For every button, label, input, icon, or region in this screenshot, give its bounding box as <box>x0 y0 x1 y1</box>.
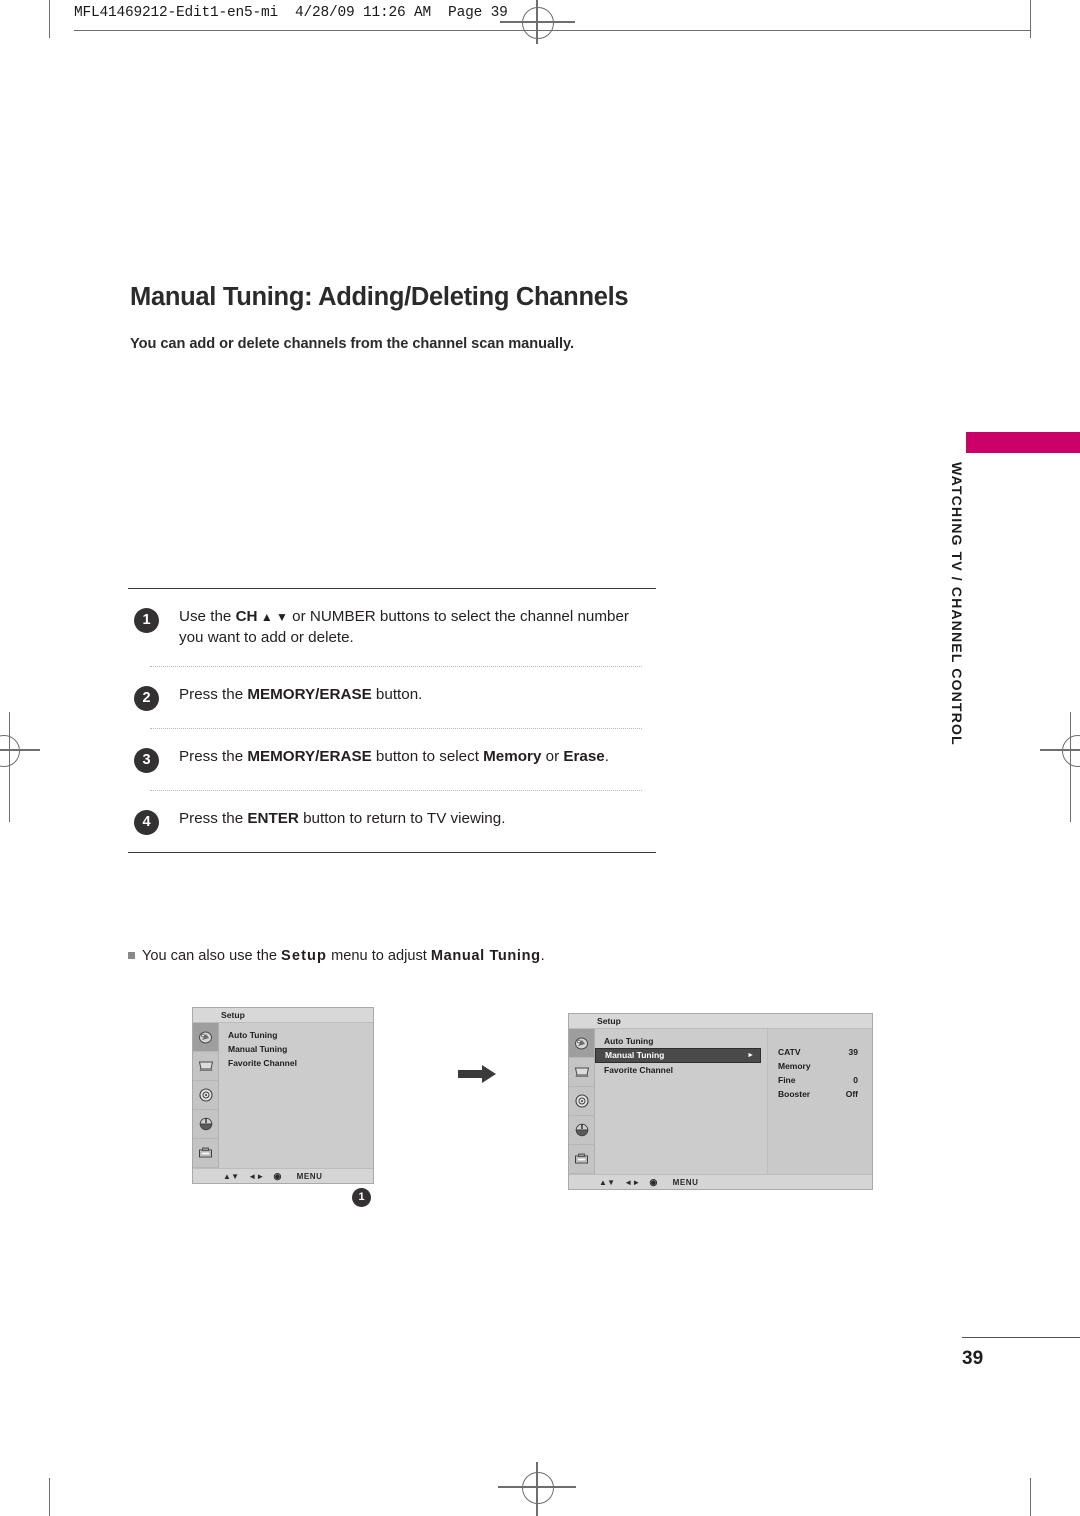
steps-bottom-rule <box>128 851 656 853</box>
osd-setting-row[interactable]: CATV 39 <box>768 1045 872 1059</box>
crop-mark-top-right <box>1030 0 1032 38</box>
osd-menu-item-label: Auto Tuning <box>228 1030 278 1040</box>
side-tab-accent-bar <box>966 432 1080 453</box>
note-end: . <box>540 948 545 964</box>
job-slug: MFL41469212-Edit1-en5-mi 4/28/09 11:26 A… <box>74 5 508 21</box>
osd-setting-row[interactable]: Memory <box>768 1059 872 1073</box>
osd-setting-label: Memory <box>778 1061 811 1071</box>
osd2-body: Auto Tuning Manual Tuning ► Favorite Channe… <box>569 1029 872 1174</box>
osd1-leftright-icon: ◄► <box>248 1172 265 1181</box>
osd1-callout-marker: 1 <box>352 1188 371 1207</box>
osd-setting-value: Off <box>845 1089 858 1099</box>
picture-icon[interactable] <box>193 1052 218 1081</box>
osd2-footer: ▲▼ ◄► ◉ MENU <box>569 1174 872 1189</box>
osd2-icon-rail <box>569 1029 595 1174</box>
crop-mark-top-left <box>49 0 51 38</box>
osd1-title: Setup <box>193 1008 373 1023</box>
step-text: Press the MEMORY/ERASE button. <box>179 685 423 703</box>
step-number: 3 <box>134 747 159 773</box>
osd-menu-item-label: Auto Tuning <box>604 1036 654 1046</box>
osd-setting-row[interactable]: Fine 0 <box>768 1073 872 1087</box>
note-lead: You can also use the <box>142 948 282 964</box>
osd-setting-value: 0 <box>853 1075 858 1085</box>
osd-menu-item-label: Favorite Channel <box>604 1065 673 1075</box>
osd-menu-item-label: Favorite Channel <box>228 1058 297 1068</box>
step-item: 4 Press the ENTER button to return to TV … <box>128 791 656 852</box>
osd-menu-item[interactable]: Favorite Channel <box>219 1056 373 1070</box>
time-icon[interactable] <box>193 1110 218 1139</box>
step-number: 1 <box>134 608 159 633</box>
step-text: Press the MEMORY/ERASE button to select … <box>179 747 609 765</box>
side-tab-label: WATCHING TV / CHANNEL CONTROL <box>948 462 964 746</box>
osd1-menu-list: Auto Tuning Manual Tuning Favorite Channel <box>219 1023 373 1168</box>
steps-block: 1 Use the CH ▲ ▼ or NUMBER buttons to sel… <box>128 588 656 853</box>
chevron-right-icon: ► <box>747 1052 754 1059</box>
osd-setting-label: Fine <box>778 1075 796 1085</box>
step-item: 1 Use the CH ▲ ▼ or NUMBER buttons to sel… <box>128 589 656 666</box>
osd-setting-value <box>836 1059 858 1073</box>
transition-arrow-icon <box>456 1063 498 1085</box>
crop-mark-bottom-right <box>1030 1478 1032 1516</box>
osd1-menu-label: MENU <box>296 1172 323 1181</box>
footer-rule <box>962 1337 1080 1338</box>
osd-menu-item[interactable]: Auto Tuning <box>595 1034 767 1048</box>
osd2-settings-panel: CATV 39 Memory Fine 0 Booster Off <box>768 1029 872 1174</box>
osd2-title: Setup <box>569 1014 872 1029</box>
step-text: Press the ENTER button to return to TV v… <box>179 809 506 827</box>
osd-screen-setup: Setup Auto Tuning Manual Tuning Favorite C… <box>192 1007 374 1184</box>
osd1-enter-icon: ◉ <box>273 1171 282 1181</box>
osd1-body: Auto Tuning Manual Tuning Favorite Channel <box>193 1023 373 1168</box>
step-number: 4 <box>134 809 159 835</box>
setup-menu-note: You can also use the Setup menu to adjus… <box>128 948 545 964</box>
osd1-footer: ▲▼ ◄► ◉ MENU <box>193 1168 373 1183</box>
crop-mark-bottom-left <box>49 1478 51 1516</box>
note-mid: menu to adjust <box>327 948 431 964</box>
osd-setting-value: 39 <box>848 1047 858 1057</box>
step-item: 3 Press the MEMORY/ERASE button to select… <box>128 729 656 790</box>
osd1-icon-rail <box>193 1023 219 1168</box>
osd2-updown-icon: ▲▼ <box>599 1178 616 1187</box>
osd1-updown-icon: ▲▼ <box>223 1172 240 1181</box>
page-subtitle: You can add or delete channels from the … <box>130 336 575 352</box>
osd2-menu-list: Auto Tuning Manual Tuning ► Favorite Channe… <box>595 1029 768 1174</box>
osd-menu-item[interactable]: Manual Tuning <box>219 1042 373 1056</box>
step-item: 2 Press the MEMORY/ERASE button. <box>128 667 656 728</box>
audio-icon[interactable] <box>569 1087 594 1116</box>
osd2-menu-label: MENU <box>672 1178 699 1187</box>
time-icon[interactable] <box>569 1116 594 1145</box>
osd-screen-manual-tuning: Setup Auto Tuning Manual Tuning ► Favorite … <box>568 1013 873 1190</box>
osd2-leftright-icon: ◄► <box>624 1178 641 1187</box>
option-lock-icon[interactable] <box>569 1145 594 1174</box>
channel-setup-icon[interactable] <box>569 1029 594 1058</box>
osd2-enter-icon: ◉ <box>649 1177 658 1187</box>
note-setup-word: Setup <box>281 948 328 964</box>
picture-icon[interactable] <box>569 1058 594 1087</box>
page-number: 39 <box>962 1348 984 1369</box>
page-title: Manual Tuning: Adding/Deleting Channels <box>130 283 629 311</box>
osd-menu-item[interactable]: Favorite Channel <box>595 1063 767 1077</box>
note-bullet-icon <box>128 952 135 959</box>
osd-setting-label: Booster <box>778 1089 811 1099</box>
osd-menu-item-label: Manual Tuning <box>605 1050 665 1060</box>
osd-menu-item[interactable]: Manual Tuning ► <box>595 1048 761 1063</box>
step-number: 2 <box>134 685 159 711</box>
osd-setting-row[interactable]: Booster Off <box>768 1087 872 1101</box>
note-target-word: Manual Tuning <box>430 948 541 964</box>
osd-setting-label: CATV <box>778 1047 801 1057</box>
osd-menu-item-label: Manual Tuning <box>228 1044 288 1054</box>
osd-menu-item[interactable]: Auto Tuning <box>219 1028 373 1042</box>
option-lock-icon[interactable] <box>193 1139 218 1168</box>
audio-icon[interactable] <box>193 1081 218 1110</box>
step-text: Use the CH ▲ ▼ or NUMBER buttons to sele… <box>179 608 629 646</box>
channel-setup-icon[interactable] <box>193 1023 218 1052</box>
